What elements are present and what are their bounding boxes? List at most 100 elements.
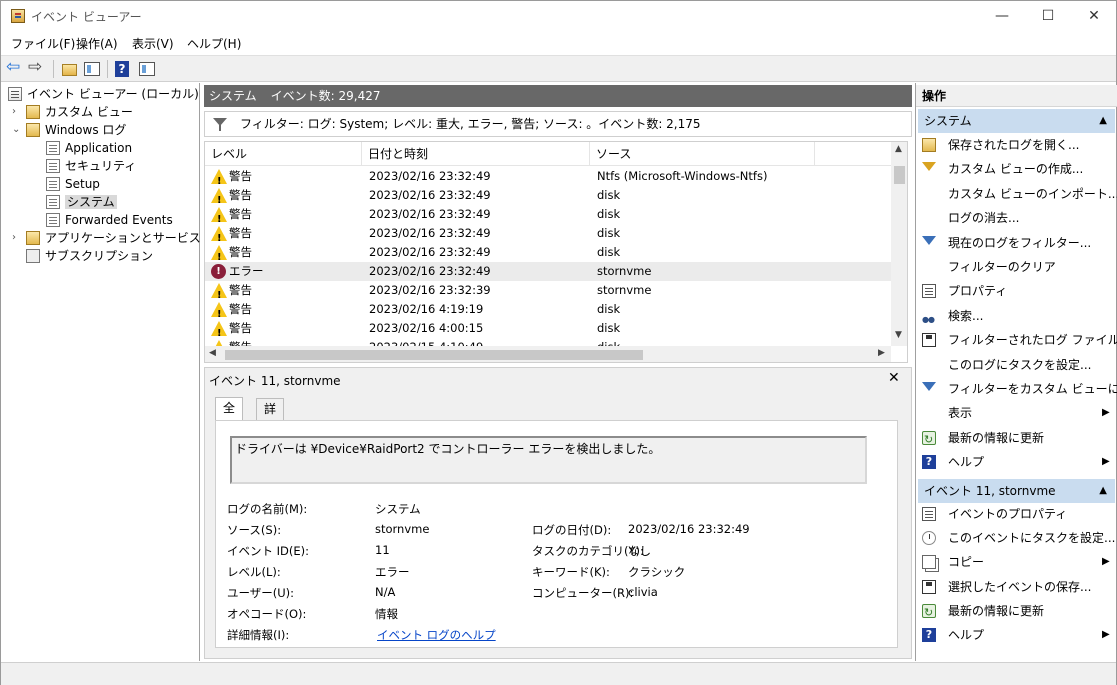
tree-node-label: Setup [65, 177, 100, 191]
tree-node-root[interactable]: イベント ビューアー (ローカル) [8, 85, 199, 103]
scroll-left-icon[interactable]: ◀ [209, 348, 216, 358]
tree-node-windows-logs[interactable]: ⌄ Windows ログ [12, 121, 126, 139]
scroll-right-icon[interactable]: ▶ [878, 348, 885, 358]
action-item[interactable]: イベントのプロパティ [920, 503, 1115, 525]
horizontal-scrollbar[interactable]: ◀ ▶ [205, 346, 891, 362]
table-row[interactable]: 警告 2023/02/16 4:19:19 disk [205, 300, 891, 324]
menu-view[interactable]: 表示(V) [132, 35, 174, 52]
folder-up-icon[interactable] [62, 64, 77, 76]
menu-file[interactable]: ファイル(F) [11, 35, 75, 52]
event-log-help-link[interactable]: イベント ログのヘルプ [377, 627, 496, 643]
tree-node-forwarded-events[interactable]: Forwarded Events [46, 211, 173, 229]
action-item[interactable]: ? ヘルプ ▶ [920, 451, 1115, 473]
vertical-scrollbar[interactable]: ▲ ▼ [891, 142, 907, 346]
scroll-up-icon[interactable]: ▲ [895, 144, 902, 154]
actions-section-event[interactable]: イベント 11, stornvme ▲ [918, 479, 1115, 503]
action-item[interactable]: このイベントにタスクを設定... [920, 527, 1115, 549]
help-icon: ? [922, 455, 936, 470]
action-item[interactable]: フィルターされたログ ファイルの... [920, 329, 1117, 351]
tree-node-subscriptions[interactable]: サブスクリプション [26, 247, 153, 265]
tree-node-label: システム [65, 195, 117, 209]
table-row[interactable]: 警告 2023/02/16 23:32:49 disk [205, 243, 891, 267]
chevron-right-icon[interactable]: › [12, 229, 16, 247]
column-header-source[interactable]: ソース [590, 142, 815, 166]
help-icon[interactable]: ? [115, 61, 129, 77]
event-list[interactable]: レベル 日付と時刻 ソース 警告 2023/02/16 23:32:49 Ntfs … [204, 141, 908, 363]
action-item[interactable]: ? ヘルプ ▶ [920, 624, 1115, 646]
log-name-label: ログの名前(M): [227, 502, 308, 516]
window-title: イベント ビューアー [31, 10, 142, 24]
tree-node-setup[interactable]: Setup [46, 175, 100, 193]
show-hide-action-icon[interactable] [139, 62, 155, 76]
action-item[interactable]: 現在のログをフィルター... [920, 232, 1115, 254]
tab-general[interactable]: 全般 [215, 397, 244, 435]
action-item[interactable]: 最新の情報に更新 [920, 427, 1115, 451]
tree-node-app-service-logs[interactable]: › アプリケーションとサービス ログ [12, 229, 229, 247]
chevron-right-icon[interactable]: › [12, 103, 16, 121]
tree-node-application[interactable]: Application [46, 139, 132, 157]
warning-icon [211, 302, 227, 324]
action-label: カスタム ビューの作成... [948, 162, 1084, 177]
action-item[interactable]: 表示 ▶ [920, 402, 1115, 424]
back-arrow-icon[interactable] [6, 57, 25, 78]
action-item[interactable]: プロパティ [920, 280, 1115, 302]
menu-action[interactable]: 操作(A) [76, 35, 118, 52]
scroll-thumb[interactable] [894, 166, 905, 184]
table-row[interactable]: 警告 2023/02/16 23:32:39 stornvme [205, 281, 891, 305]
log-icon [46, 141, 60, 155]
action-item[interactable]: 最新の情報に更新 [920, 600, 1115, 624]
action-item[interactable]: フィルターのクリア [920, 256, 1115, 278]
refresh-icon [922, 429, 936, 451]
event-message[interactable]: ドライバーは ¥Device¥RaidPort2 でコントローラー エラーを検出… [230, 436, 867, 484]
action-item[interactable]: コピー ▶ [920, 551, 1115, 573]
chevron-down-icon[interactable]: ⌄ [12, 121, 20, 139]
action-label: ヘルプ [948, 628, 985, 642]
opcode-value: 情報 [375, 607, 398, 621]
tree-node-custom-views[interactable]: › カスタム ビュー [12, 103, 133, 121]
action-item[interactable]: 検索... [920, 305, 1115, 331]
collapse-icon[interactable]: ▲ [1099, 479, 1107, 503]
show-hide-tree-icon[interactable] [84, 62, 100, 76]
minimize-button[interactable]: — [979, 1, 1025, 31]
maximize-button[interactable]: ☐ [1025, 1, 1071, 31]
keywords-label: キーワード(K): [532, 565, 610, 579]
table-row[interactable]: 警告 2023/02/16 23:32:49 disk [205, 205, 891, 229]
event-viewer-app-icon [11, 9, 25, 23]
action-item[interactable]: 選択したイベントの保存... [920, 576, 1115, 598]
table-row[interactable]: 警告 2023/02/16 23:32:49 Ntfs (Microsoft-Win… [205, 167, 891, 191]
close-button[interactable]: ✕ [1071, 1, 1117, 31]
source-cell: disk [597, 207, 621, 221]
scroll-down-icon[interactable]: ▼ [895, 330, 902, 340]
tab-details[interactable]: 詳細 [256, 398, 285, 436]
tree-node-label: カスタム ビュー [45, 105, 133, 119]
column-header-level[interactable]: レベル [205, 142, 362, 166]
folder-icon [26, 105, 40, 119]
tree-node-system[interactable]: システム [46, 193, 117, 211]
forward-arrow-icon[interactable] [28, 57, 47, 78]
table-row[interactable]: ! エラー 2023/02/16 23:32:49 stornvme [205, 262, 891, 281]
column-header-datetime[interactable]: 日付と時刻 [362, 142, 590, 166]
refresh-icon [922, 602, 936, 624]
tree-node-security[interactable]: セキュリティ [46, 157, 136, 175]
close-detail-icon[interactable]: ✕ [888, 370, 900, 386]
action-item[interactable]: このログにタスクを設定... [920, 354, 1115, 376]
tree-node-label: セキュリティ [65, 159, 137, 173]
event-detail-title: イベント 11, stornvme [209, 374, 341, 388]
task-category-value: なし [628, 544, 651, 558]
action-item[interactable]: 保存されたログを開く... [920, 134, 1115, 156]
filter-icon [922, 235, 936, 245]
scroll-thumb[interactable] [225, 350, 643, 360]
table-row[interactable]: 警告 2023/02/16 23:32:49 disk [205, 224, 891, 248]
action-item[interactable]: フィルターをカスタム ビューに保... [920, 378, 1117, 400]
action-item[interactable]: ログの消去... [920, 207, 1115, 229]
table-row[interactable]: 警告 2023/02/16 23:32:49 disk [205, 186, 891, 210]
collapse-icon[interactable]: ▲ [1099, 109, 1107, 133]
actions-section-system[interactable]: システム ▲ [918, 109, 1115, 133]
action-item[interactable]: カスタム ビューの作成... [920, 158, 1115, 180]
log-title: システム [209, 89, 257, 103]
action-label: コピー [948, 555, 985, 570]
action-item[interactable]: カスタム ビューのインポート... [920, 183, 1117, 205]
warning-icon [211, 283, 227, 305]
menu-help[interactable]: ヘルプ(H) [187, 35, 241, 52]
table-row[interactable]: 警告 2023/02/16 4:00:15 disk [205, 319, 891, 343]
